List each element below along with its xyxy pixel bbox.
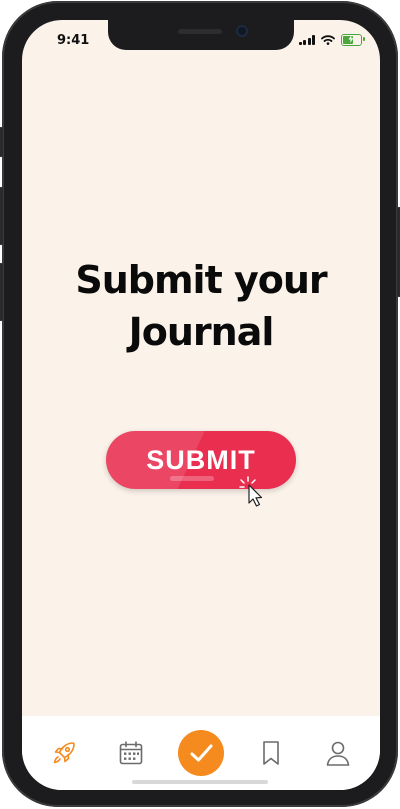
page-title: Submit your Journal (22, 254, 380, 358)
checkmark-icon (190, 744, 213, 762)
earpiece-speaker (178, 29, 222, 34)
rocket-icon (53, 742, 75, 764)
app-screen: 9:41 Submit your Journal SUBMIT (22, 20, 380, 790)
status-time: 9:41 (57, 33, 90, 48)
notch (108, 20, 294, 50)
tab-rocket[interactable] (44, 733, 84, 773)
title-line-1: Submit your (75, 258, 327, 302)
pointer-cursor-icon (239, 476, 263, 507)
title-line-2: Journal (128, 310, 275, 354)
tab-submit-check[interactable] (177, 730, 224, 776)
submit-button-label: SUBMIT (146, 444, 256, 475)
tab-calendar[interactable] (111, 733, 151, 773)
signal-icon (298, 35, 315, 45)
calendar-icon (119, 741, 143, 765)
volume-down-button (0, 263, 3, 321)
tab-bookmark[interactable] (251, 733, 291, 773)
phone-frame: 9:41 Submit your Journal SUBMIT (0, 1, 400, 807)
bottom-tab-bar (22, 716, 380, 790)
battery-icon (341, 34, 365, 46)
status-icons (298, 34, 365, 46)
profile-icon (327, 741, 350, 766)
bookmark-icon (263, 741, 279, 765)
wifi-icon (321, 35, 335, 45)
tab-profile[interactable] (318, 733, 358, 773)
button-shine (170, 476, 214, 481)
front-camera (236, 25, 248, 37)
volume-up-button (0, 187, 3, 245)
silent-switch (0, 127, 3, 157)
home-indicator (132, 780, 268, 784)
